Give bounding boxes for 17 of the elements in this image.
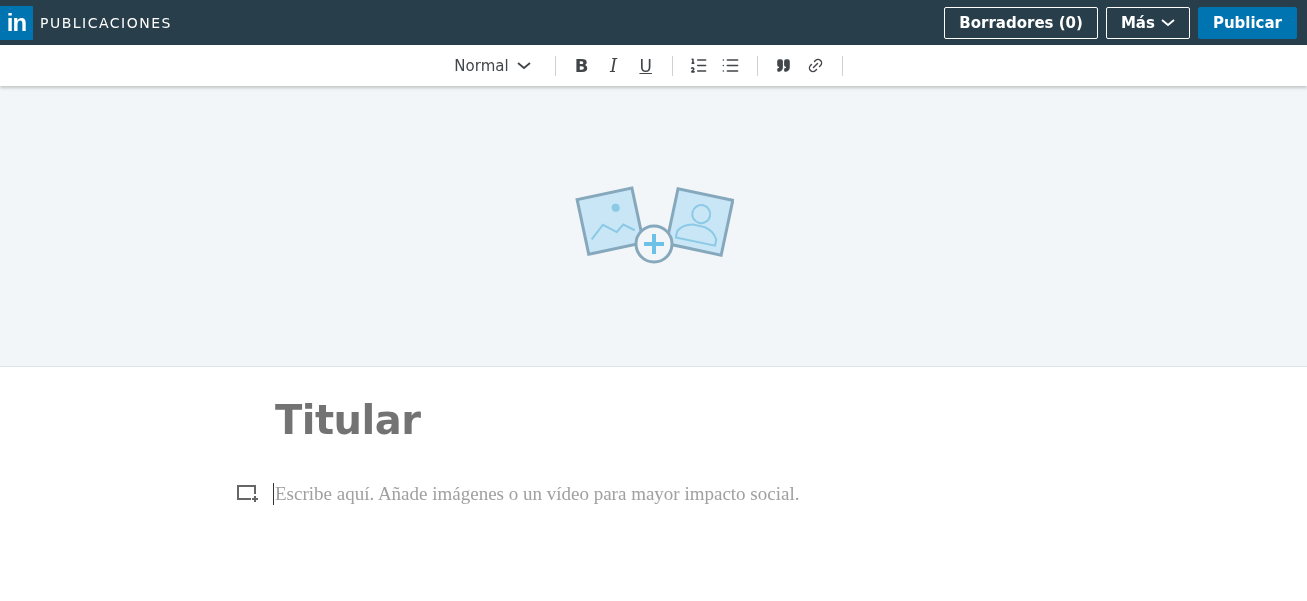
- chevron-down-icon: [1160, 18, 1175, 27]
- section-title: PUBLICACIONES: [40, 14, 172, 31]
- drafts-button[interactable]: Borradores (0): [944, 6, 1098, 39]
- add-media-icon[interactable]: [237, 485, 259, 503]
- style-dropdown[interactable]: Normal: [454, 56, 545, 75]
- underline-button[interactable]: U: [629, 51, 662, 80]
- numbered-list-icon: [689, 56, 709, 75]
- bulleted-list-icon: [721, 56, 741, 75]
- more-button[interactable]: Más: [1105, 6, 1190, 39]
- publish-button[interactable]: Publicar: [1197, 6, 1297, 39]
- logo[interactable]: in: [0, 5, 33, 40]
- chevron-down-icon: [516, 61, 531, 70]
- bold-button[interactable]: B: [565, 51, 598, 80]
- italic-button[interactable]: I: [597, 51, 630, 80]
- headline-field[interactable]: Titular: [275, 397, 1307, 443]
- quote-icon: [776, 58, 792, 73]
- link-icon: [807, 57, 825, 74]
